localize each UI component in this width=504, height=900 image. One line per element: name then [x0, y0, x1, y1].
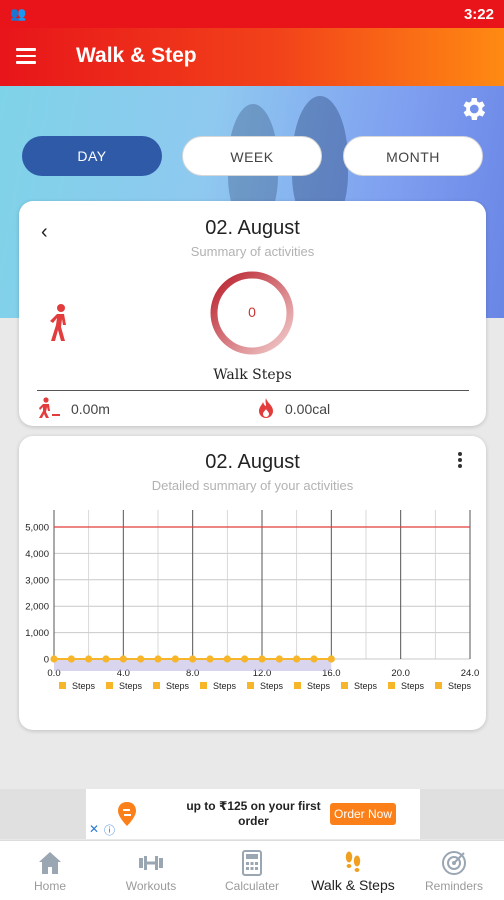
fire-icon [259, 398, 273, 418]
gear-icon[interactable] [458, 94, 488, 124]
tab-day[interactable]: DAY [22, 136, 162, 176]
app-title: Walk & Step [76, 44, 197, 67]
nav-home[interactable]: Home [0, 841, 100, 900]
status-bar: 👥 3:22 [0, 0, 504, 28]
target-icon [442, 851, 466, 875]
footsteps-icon [345, 851, 361, 872]
y-tick-label: 3,000 [25, 575, 49, 586]
legend-label: Steps [448, 681, 472, 691]
summary-card: ‹ 02. August Summary of activities 0 Wal… [19, 201, 486, 426]
walking-person-icon [50, 304, 66, 341]
x-tick-label: 20.0 [391, 668, 410, 679]
swiggy-logo-icon [118, 802, 136, 826]
bottom-navigation: Home Workouts Calculater Walk & Steps Re… [0, 840, 504, 900]
nav-calculater-label: Calculater [224, 879, 280, 893]
data-point [154, 655, 162, 663]
distance-icon [39, 397, 60, 418]
ad-banner[interactable]: up to ₹125 on your first order Order Now… [0, 789, 504, 839]
legend-label: Steps [354, 681, 378, 691]
hamburger-menu-icon[interactable] [16, 44, 44, 70]
data-point [119, 655, 127, 663]
data-point [85, 655, 93, 663]
data-point [102, 655, 110, 663]
nav-reminders[interactable]: Reminders [404, 841, 504, 900]
calories-value: 0.00cal [285, 401, 331, 417]
legend-swatch [153, 682, 160, 689]
ad-close-icon[interactable]: ✕ [89, 822, 99, 836]
data-point [206, 655, 214, 663]
notification-icon: 👥 [10, 6, 27, 21]
detail-date: 02. August [205, 451, 300, 473]
home-icon [39, 852, 61, 874]
detail-card: 02. August Detailed summary of your acti… [19, 436, 486, 730]
data-point [258, 655, 266, 663]
steps-label: Walk Steps [213, 367, 292, 383]
steps-value: 0 [248, 304, 256, 320]
data-point [293, 655, 301, 663]
divider [37, 390, 469, 391]
y-tick-label: 0 [44, 655, 49, 666]
data-point [223, 655, 231, 663]
legend-label: Steps [260, 681, 284, 691]
nav-reminders-label: Reminders [424, 879, 484, 893]
status-time: 3:22 [463, 6, 494, 23]
data-point [50, 655, 58, 663]
data-point [241, 655, 249, 663]
nav-workouts-label: Workouts [125, 879, 177, 893]
y-tick-label: 5,000 [25, 523, 49, 534]
legend-swatch [435, 682, 442, 689]
data-point [275, 655, 283, 663]
legend-swatch [388, 682, 395, 689]
data-point [137, 655, 145, 663]
y-tick-label: 4,000 [25, 549, 49, 560]
legend-swatch [247, 682, 254, 689]
steps-line-chart: 01,0002,0003,0004,0005,0000.0 4.0 8.0 12.0 1… [25, 510, 480, 691]
nav-calculater[interactable]: Calculater [202, 841, 302, 900]
dumbbell-icon [139, 856, 163, 870]
legend-label: Steps [72, 681, 96, 691]
calculator-icon [242, 850, 262, 876]
more-options-icon[interactable] [456, 450, 464, 470]
detail-subtitle: Detailed summary of your activities [151, 478, 354, 493]
ad-content[interactable]: up to ₹125 on your first order Order Now [86, 789, 420, 839]
ad-choices-icon[interactable]: ⓘ [104, 822, 115, 838]
nav-walk-steps-label: Walk & Steps [311, 877, 395, 893]
summary-date: 02. August [205, 217, 300, 239]
nav-home-label: Home [33, 879, 66, 893]
legend-swatch [294, 682, 301, 689]
distance-value: 0.00m [71, 401, 110, 417]
data-point [171, 655, 179, 663]
x-tick-label: 24.0 [461, 668, 480, 679]
tab-month[interactable]: MONTH [343, 136, 483, 176]
legend-swatch [106, 682, 113, 689]
nav-walk-steps[interactable]: Walk & Steps [303, 841, 403, 900]
data-point [189, 655, 197, 663]
tab-week[interactable]: WEEK [182, 136, 322, 176]
ad-text: up to ₹125 on your first order [186, 799, 321, 828]
nav-workouts[interactable]: Workouts [101, 841, 201, 900]
data-point [327, 655, 335, 663]
y-tick-label: 2,000 [25, 602, 49, 613]
legend-swatch [200, 682, 207, 689]
summary-subtitle: Summary of activities [190, 244, 315, 259]
legend-label: Steps [401, 681, 425, 691]
legend-swatch [341, 682, 348, 689]
y-tick-label: 1,000 [25, 628, 49, 639]
app-bar: Walk & Step [0, 28, 504, 86]
legend-label: Steps [307, 681, 331, 691]
legend-label: Steps [166, 681, 190, 691]
order-now-button[interactable]: Order Now [330, 803, 396, 825]
data-point [310, 655, 318, 663]
legend-label: Steps [213, 681, 237, 691]
legend-label: Steps [119, 681, 143, 691]
data-point [67, 655, 75, 663]
legend-swatch [59, 682, 66, 689]
